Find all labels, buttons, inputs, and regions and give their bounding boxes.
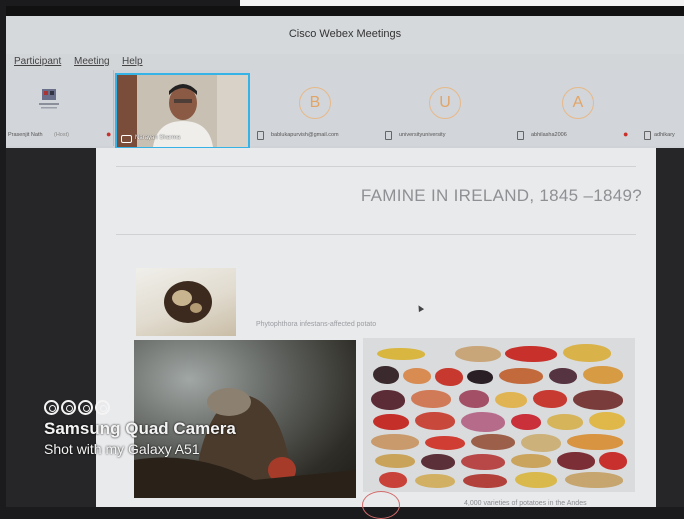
participant-tile-host[interactable]: Prasenjit Nath (Host) ● — [6, 70, 114, 146]
participant-tile-b[interactable]: B bablukapurvish@gmail.com — [249, 70, 380, 146]
participant-name: bablukapurvish@gmail.com — [271, 132, 339, 138]
potato-caption: Phytophthora infestans-affected potato — [256, 321, 377, 328]
mic-icon[interactable] — [517, 131, 524, 140]
mic-icon[interactable] — [385, 131, 392, 140]
menu-participant[interactable]: Participant — [14, 56, 61, 67]
annotation-circle — [362, 491, 400, 519]
blighted-potato-image — [136, 268, 236, 336]
avatar: B — [299, 87, 331, 119]
avatar: A — [562, 87, 594, 119]
mic-muted-icon[interactable]: ● — [106, 129, 111, 139]
menu-bar: Participant Meeting Help — [6, 54, 684, 70]
quad-camera-icon — [44, 400, 236, 415]
app-title: Cisco Webex Meetings — [288, 28, 402, 40]
window-titlebar: Cisco Webex Meetings — [6, 16, 684, 54]
participant-tile-partial[interactable]: adhikary — [640, 70, 684, 146]
participant-name: Prasenjit Nath — [8, 132, 43, 138]
menu-meeting[interactable]: Meeting — [74, 56, 110, 67]
mic-icon[interactable] — [644, 131, 651, 140]
participant-name: universityuniversity — [399, 132, 446, 138]
potato-varieties-caption: 4,000 varieties of potatoes in the Andes — [464, 500, 587, 507]
avatar: U — [429, 87, 461, 119]
participant-name: adhikary — [654, 132, 675, 138]
slide-rule-bottom — [116, 234, 636, 235]
video-participant-name: Narayan Sharma — [135, 135, 181, 141]
active-speaker-video[interactable]: Narayan Sharma — [115, 73, 250, 149]
watermark-line2: Shot with my Galaxy A51 — [44, 441, 200, 457]
participant-tile-a[interactable]: A abhilasha2006 ● — [509, 70, 641, 146]
potato-photo — [164, 281, 212, 323]
participant-strip: Prasenjit Nath (Host) ● B bablukapurvish… — [6, 70, 684, 148]
participant-tile-u[interactable]: U universityuniversity — [379, 70, 510, 146]
slide-rule-top — [116, 166, 636, 167]
watermark-line1: Samsung Quad Camera — [44, 419, 236, 438]
potato-varieties-image — [363, 338, 635, 492]
camera-icon — [121, 135, 132, 143]
host-label: (Host) — [54, 132, 69, 138]
slide-title: FAMINE IN IRELAND, 1845 –1849? — [360, 186, 642, 205]
mic-muted-icon[interactable]: ● — [623, 129, 628, 139]
university-logo — [39, 89, 59, 109]
participant-name: abhilasha2006 — [531, 132, 567, 138]
mic-icon[interactable] — [257, 131, 264, 140]
menu-help[interactable]: Help — [122, 56, 143, 67]
camera-watermark: Samsung Quad Camera Shot with my Galaxy … — [44, 400, 236, 457]
